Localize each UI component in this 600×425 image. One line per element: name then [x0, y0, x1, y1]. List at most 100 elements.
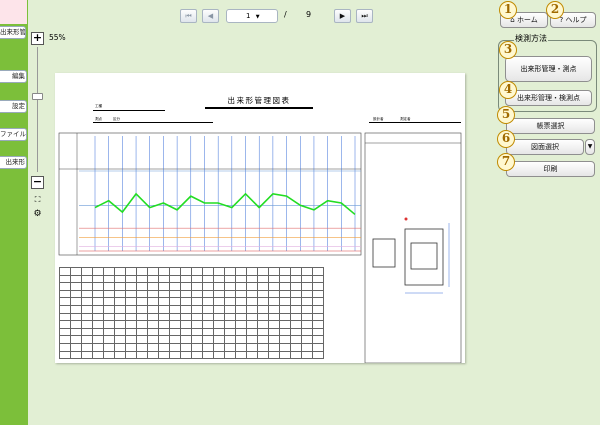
table-cell [235, 335, 247, 344]
table-cell [290, 304, 302, 314]
table-cell [59, 282, 71, 291]
fit-page-icon[interactable]: ⛶ [32, 194, 43, 205]
table-cell [290, 320, 302, 329]
table-cell [92, 297, 104, 306]
table-cell [312, 267, 324, 276]
table-cell [81, 297, 93, 306]
table-cell [59, 335, 71, 344]
table-cell [136, 297, 148, 306]
table-cell [213, 289, 225, 299]
table-cell [312, 282, 324, 291]
page-number-select[interactable]: 1 ▼ [226, 9, 278, 23]
table-cell [246, 289, 258, 299]
measurement-table [59, 267, 324, 360]
table-cell [136, 342, 148, 352]
table-cell [279, 320, 291, 329]
table-cell [224, 274, 236, 284]
table-cell [59, 274, 71, 284]
table-cell [191, 335, 203, 344]
table-cell [279, 335, 291, 344]
sidebar-item-dekigata-kanri[interactable]: 出来形管理 [0, 26, 26, 39]
next-page-button[interactable]: ▶ [334, 9, 351, 23]
sidebar-item-settings[interactable]: 設定 [0, 100, 27, 113]
drawing-select-button[interactable]: 図面選択 [506, 139, 584, 155]
table-cell [290, 327, 302, 337]
table-cell [224, 282, 236, 291]
table-cell [158, 312, 170, 322]
chevron-down-icon: ▼ [255, 14, 260, 20]
table-cell [191, 282, 203, 291]
table-cell [136, 327, 148, 337]
table-cell [59, 267, 71, 276]
table-cell [279, 312, 291, 322]
table-cell [158, 335, 170, 344]
table-cell [312, 274, 324, 284]
table-cell [158, 304, 170, 314]
table-cell [235, 312, 247, 322]
sidebar-item-edit[interactable]: 編集 [0, 70, 27, 83]
table-cell [114, 304, 126, 314]
table-cell [103, 289, 115, 299]
table-cell [114, 297, 126, 306]
table-cell [169, 335, 181, 344]
table-cell [279, 289, 291, 299]
table-row [59, 335, 324, 344]
table-cell [257, 289, 269, 299]
first-page-button[interactable]: ⏮ [180, 9, 197, 23]
table-cell [158, 327, 170, 337]
table-row [59, 267, 324, 276]
inspection-point-button[interactable]: 出来形管理・検測点 [505, 90, 592, 106]
table-cell [59, 327, 71, 337]
table-cell [70, 350, 82, 360]
table-cell [312, 312, 324, 322]
print-button[interactable]: 印刷 [506, 161, 595, 177]
table-row [59, 342, 324, 352]
sidebar-item-dekigata[interactable]: 出来形 [0, 156, 27, 169]
zoom-out-button[interactable]: − [31, 176, 44, 189]
table-cell [301, 350, 313, 360]
table-cell [213, 304, 225, 314]
table-cell [235, 304, 247, 314]
table-cell [202, 289, 214, 299]
page-total: 9 [306, 10, 312, 19]
table-cell [92, 304, 104, 314]
table-cell [246, 320, 258, 329]
table-cell [125, 274, 137, 284]
table-cell [246, 274, 258, 284]
zoom-slider-thumb[interactable] [32, 93, 43, 100]
table-cell [301, 289, 313, 299]
table-cell [268, 289, 280, 299]
table-cell [125, 297, 137, 306]
table-cell [114, 312, 126, 322]
table-cell [158, 350, 170, 360]
table-cell [103, 327, 115, 337]
table-cell [125, 282, 137, 291]
table-cell [81, 274, 93, 284]
callout-badge-7: 7 [497, 153, 515, 171]
table-cell [59, 304, 71, 314]
table-cell [169, 274, 181, 284]
table-row [59, 289, 324, 299]
survey-point-button[interactable]: 出来形管理・測点 [505, 56, 592, 82]
callout-badge-6: 6 [497, 130, 515, 148]
sidebar-item-file[interactable]: ファイル [0, 128, 27, 141]
table-cell [268, 282, 280, 291]
structure-section [372, 238, 396, 268]
form-select-button[interactable]: 帳票選択 [506, 118, 595, 134]
table-cell [191, 297, 203, 306]
table-cell [136, 267, 148, 276]
table-cell [169, 267, 181, 276]
table-cell [257, 297, 269, 306]
document-preview: 出来形管理図表 工種 測点 区分 設計者 測定者 [55, 73, 465, 363]
table-cell [169, 282, 181, 291]
table-cell [268, 335, 280, 344]
table-cell [257, 335, 269, 344]
zoom-in-button[interactable]: + [31, 32, 44, 45]
gear-icon[interactable]: ⚙ [32, 209, 43, 220]
table-cell [301, 327, 313, 337]
last-page-button[interactable]: ⏭ [356, 9, 373, 23]
drawing-select-dropdown[interactable]: ▼ [585, 139, 595, 155]
prev-page-button[interactable]: ◀ [202, 9, 219, 23]
table-cell [257, 312, 269, 322]
zoom-slider-track[interactable] [37, 47, 38, 172]
